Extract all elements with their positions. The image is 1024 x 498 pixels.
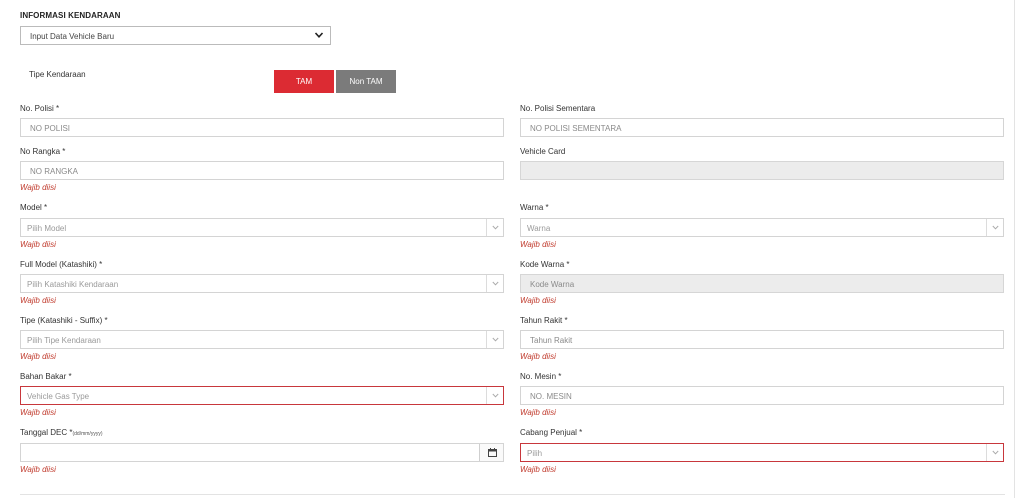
cabang-penjual-select[interactable]: Pilih — [520, 443, 1004, 462]
non-tam-toggle-button[interactable]: Non TAM — [336, 70, 396, 93]
vehicle-data-select-value: Input Data Vehicle Baru — [30, 32, 115, 41]
cabang-penjual-placeholder: Pilih — [527, 449, 543, 458]
kode-warna-label: Kode Warna * — [520, 260, 570, 269]
tanggal-dec-input[interactable] — [20, 443, 504, 462]
tipe-label: Tipe (Katashiki - Suffix) * — [20, 316, 108, 325]
vehicle-card-label: Vehicle Card — [520, 147, 566, 156]
warna-select[interactable]: Warna — [520, 218, 1004, 237]
kode-warna-required-hint: Wajib diisi — [520, 296, 556, 305]
tam-toggle-button[interactable]: TAM — [274, 70, 334, 93]
tipe-select[interactable]: Pilih Tipe Kendaraan — [20, 330, 504, 349]
tanggal-dec-label-text: Tanggal DEC * — [20, 428, 73, 437]
tahun-rakit-placeholder: Tahun Rakit — [530, 336, 573, 345]
no-rangka-required-hint: Wajib diisi — [20, 183, 56, 192]
chevron-down-icon — [986, 444, 1003, 461]
no-rangka-label: No Rangka * — [20, 147, 66, 156]
cabang-penjual-label: Cabang Penjual * — [520, 428, 583, 437]
chevron-down-icon — [314, 30, 324, 40]
no-polisi-sementara-placeholder: NO POLISI SEMENTARA — [530, 124, 622, 133]
vehicle-data-select[interactable]: Input Data Vehicle Baru — [20, 26, 331, 45]
tahun-rakit-required-hint: Wajib diisi — [520, 352, 556, 361]
kode-warna-input[interactable]: Kode Warna — [520, 274, 1004, 293]
no-mesin-input[interactable]: NO. MESIN — [520, 386, 1004, 405]
model-required-hint: Wajib diisi — [20, 240, 56, 249]
form-panel: INFORMASI KENDARAAN Input Data Vehicle B… — [0, 0, 1015, 498]
no-mesin-required-hint: Wajib diisi — [520, 408, 556, 417]
no-polisi-sementara-input[interactable]: NO POLISI SEMENTARA — [520, 118, 1004, 137]
no-polisi-placeholder: NO POLISI — [30, 124, 71, 133]
tahun-rakit-input[interactable]: Tahun Rakit — [520, 330, 1004, 349]
kode-warna-placeholder: Kode Warna — [530, 280, 575, 289]
section-divider — [20, 494, 1005, 495]
no-mesin-label: No. Mesin * — [520, 372, 562, 381]
full-model-placeholder: Pilih Katashiki Kendaraan — [27, 280, 119, 289]
chevron-down-icon — [486, 387, 503, 404]
warna-placeholder: Warna — [527, 224, 551, 233]
chevron-down-icon — [486, 219, 503, 236]
calendar-icon[interactable] — [479, 444, 503, 461]
warna-label: Warna * — [520, 203, 549, 212]
chevron-down-icon — [486, 331, 503, 348]
tipe-placeholder: Pilih Tipe Kendaraan — [27, 336, 101, 345]
model-select[interactable]: Pilih Model — [20, 218, 504, 237]
no-polisi-input[interactable]: NO POLISI — [20, 118, 504, 137]
bahan-bakar-label: Bahan Bakar * — [20, 372, 72, 381]
no-rangka-placeholder: NO RANGKA — [30, 167, 79, 176]
vehicle-card-input[interactable] — [520, 161, 1004, 180]
full-model-required-hint: Wajib diisi — [20, 296, 56, 305]
tipe-kendaraan-label: Tipe Kendaraan — [29, 70, 86, 79]
tanggal-dec-label: Tanggal DEC *(dd/mm/yyyy) — [20, 428, 102, 437]
tipe-required-hint: Wajib diisi — [20, 352, 56, 361]
cabang-penjual-required-hint: Wajib diisi — [520, 465, 556, 474]
full-model-label: Full Model (Katashiki) * — [20, 260, 103, 269]
model-label: Model * — [20, 203, 48, 212]
model-placeholder: Pilih Model — [27, 224, 67, 233]
no-polisi-sementara-label: No. Polisi Sementara — [520, 104, 596, 113]
no-rangka-input[interactable]: NO RANGKA — [20, 161, 504, 180]
chevron-down-icon — [486, 275, 503, 292]
section-title: INFORMASI KENDARAAN — [20, 11, 121, 20]
tahun-rakit-label: Tahun Rakit * — [520, 316, 568, 325]
chevron-down-icon — [986, 219, 1003, 236]
bahan-bakar-select[interactable]: Vehicle Gas Type — [20, 386, 504, 405]
warna-required-hint: Wajib diisi — [520, 240, 556, 249]
full-model-select[interactable]: Pilih Katashiki Kendaraan — [20, 274, 504, 293]
no-polisi-label: No. Polisi * — [20, 104, 60, 113]
bahan-bakar-placeholder: Vehicle Gas Type — [27, 392, 90, 401]
no-mesin-placeholder: NO. MESIN — [530, 392, 572, 401]
bahan-bakar-required-hint: Wajib diisi — [20, 408, 56, 417]
tanggal-dec-format: (dd/mm/yyyy) — [72, 431, 103, 437]
tanggal-dec-required-hint: Wajib diisi — [20, 465, 56, 474]
